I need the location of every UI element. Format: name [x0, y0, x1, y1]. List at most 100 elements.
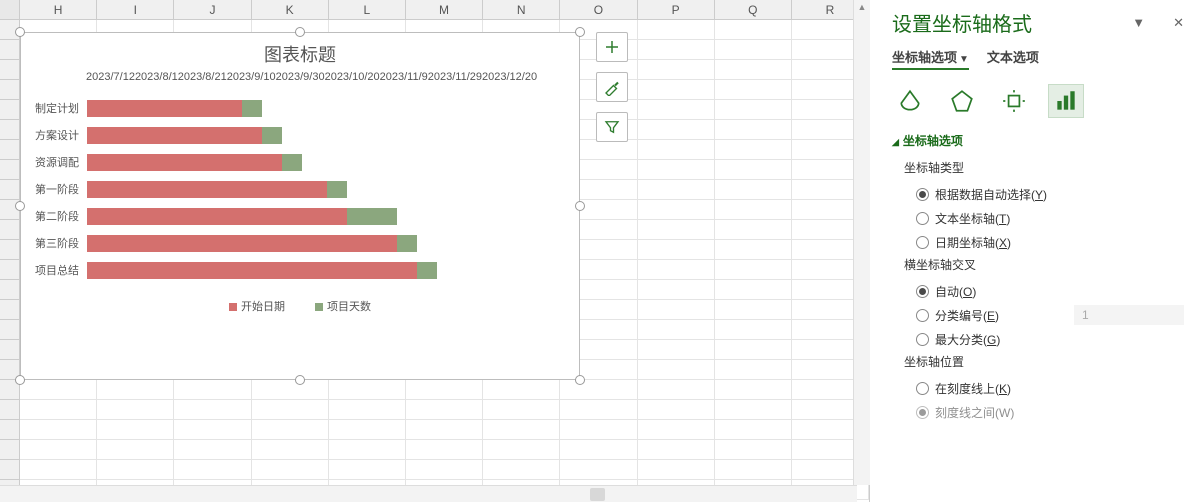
axis-options-icon[interactable] — [1048, 84, 1084, 118]
chart-object[interactable]: 图表标题 2023/7/122023/8/12023/8/212023/9/10… — [20, 32, 580, 380]
resize-handle[interactable] — [295, 27, 305, 37]
radio-on-tick[interactable]: 在刻度线上(K) — [892, 376, 1184, 400]
col-header[interactable]: N — [483, 0, 560, 19]
cell[interactable] — [715, 60, 792, 80]
col-header[interactable]: P — [638, 0, 715, 19]
cell[interactable] — [483, 380, 560, 400]
row-header[interactable] — [0, 80, 20, 100]
cell[interactable] — [638, 60, 715, 80]
bar-segment-start-date[interactable] — [87, 181, 327, 198]
cell[interactable] — [174, 400, 251, 420]
row-header[interactable] — [0, 440, 20, 460]
cell[interactable] — [20, 440, 97, 460]
cell[interactable] — [560, 460, 637, 480]
bar-row[interactable]: 第一阶段 — [35, 176, 559, 202]
size-properties-icon[interactable] — [996, 84, 1032, 118]
bar-segment-days[interactable] — [282, 154, 302, 171]
cell[interactable] — [638, 260, 715, 280]
cell[interactable] — [406, 380, 483, 400]
row-header[interactable] — [0, 40, 20, 60]
cell[interactable] — [715, 380, 792, 400]
col-header[interactable]: Q — [715, 0, 792, 19]
cell[interactable] — [252, 420, 329, 440]
cell[interactable] — [715, 220, 792, 240]
row-header[interactable] — [0, 100, 20, 120]
cell[interactable] — [715, 160, 792, 180]
cell[interactable] — [715, 40, 792, 60]
cell[interactable] — [638, 420, 715, 440]
chart-styles-button[interactable] — [596, 72, 628, 102]
fill-line-icon[interactable] — [892, 84, 928, 118]
col-header[interactable]: M — [406, 0, 483, 19]
cell[interactable] — [329, 460, 406, 480]
cell[interactable] — [638, 120, 715, 140]
row-header[interactable] — [0, 60, 20, 80]
cell[interactable] — [20, 400, 97, 420]
col-header[interactable]: K — [252, 0, 329, 19]
cell[interactable] — [97, 420, 174, 440]
resize-handle[interactable] — [575, 201, 585, 211]
bar-segment-start-date[interactable] — [87, 235, 397, 252]
row-header[interactable] — [0, 340, 20, 360]
cell[interactable] — [715, 320, 792, 340]
cell[interactable] — [483, 420, 560, 440]
row-header[interactable] — [0, 220, 20, 240]
cell[interactable] — [483, 440, 560, 460]
cell[interactable] — [406, 440, 483, 460]
cell[interactable] — [638, 220, 715, 240]
row-header[interactable] — [0, 240, 20, 260]
bar-row[interactable]: 资源调配 — [35, 149, 559, 175]
bar-segment-days[interactable] — [262, 127, 282, 144]
row-header[interactable] — [0, 140, 20, 160]
cell[interactable] — [560, 440, 637, 460]
cell[interactable] — [329, 420, 406, 440]
cell[interactable] — [638, 240, 715, 260]
cell[interactable] — [638, 200, 715, 220]
bar-row[interactable]: 制定计划 — [35, 95, 559, 121]
cell[interactable] — [715, 420, 792, 440]
cell[interactable] — [97, 400, 174, 420]
cell[interactable] — [97, 380, 174, 400]
cell[interactable] — [252, 400, 329, 420]
cell[interactable] — [638, 400, 715, 420]
bar-row[interactable]: 第三阶段 — [35, 230, 559, 256]
row-header[interactable] — [0, 460, 20, 480]
scroll-up-icon[interactable]: ▲ — [854, 0, 870, 17]
bar-segment-days[interactable] — [397, 235, 417, 252]
cell[interactable] — [638, 300, 715, 320]
cell[interactable] — [715, 180, 792, 200]
cell[interactable] — [638, 80, 715, 100]
col-header[interactable]: L — [329, 0, 406, 19]
cell[interactable] — [483, 400, 560, 420]
row-header[interactable] — [0, 260, 20, 280]
bar-segment-start-date[interactable] — [87, 100, 242, 117]
cell[interactable] — [406, 400, 483, 420]
cell[interactable] — [560, 420, 637, 440]
cell[interactable] — [638, 380, 715, 400]
cell[interactable] — [174, 420, 251, 440]
bar-segment-days[interactable] — [417, 262, 437, 279]
cell[interactable] — [638, 140, 715, 160]
resize-handle[interactable] — [575, 375, 585, 385]
cell[interactable] — [252, 440, 329, 460]
col-header[interactable]: H — [20, 0, 97, 19]
cell[interactable] — [252, 380, 329, 400]
plot-area[interactable]: 制定计划方案设计资源调配第一阶段第二阶段第三阶段项目总结 — [21, 89, 579, 283]
col-header[interactable]: O — [560, 0, 637, 19]
cell[interactable] — [252, 460, 329, 480]
cell[interactable] — [638, 100, 715, 120]
radio-cross-auto[interactable]: 自动(O) — [892, 279, 1184, 303]
cell[interactable] — [715, 340, 792, 360]
tab-text-options[interactable]: 文本选项 — [987, 47, 1039, 70]
bar-segment-days[interactable] — [242, 100, 262, 117]
radio-text-axis[interactable]: 文本坐标轴(T) — [892, 206, 1184, 230]
cell[interactable] — [638, 440, 715, 460]
radio-auto-select[interactable]: 根据数据自动选择(Y) — [892, 182, 1184, 206]
cell[interactable] — [715, 140, 792, 160]
resize-handle[interactable] — [15, 201, 25, 211]
cell[interactable] — [329, 400, 406, 420]
cell[interactable] — [715, 80, 792, 100]
cell[interactable] — [715, 120, 792, 140]
bar-row[interactable]: 项目总结 — [35, 257, 559, 283]
chart-title[interactable]: 图表标题 — [21, 33, 579, 71]
